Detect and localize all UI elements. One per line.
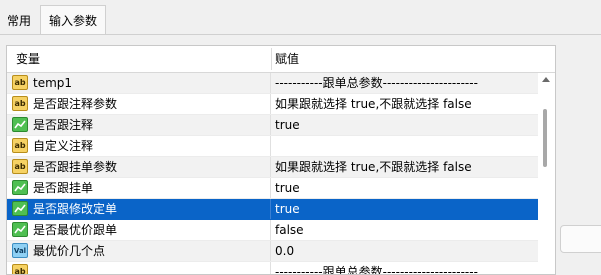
value-cell[interactable]: 如果跟就选择 true,不跟就选择 false [275,157,472,177]
table-row[interactable]: ab temp1 -----------跟单总参数-----------------… [7,73,538,94]
scroll-up-arrow-icon[interactable] [542,77,550,82]
bool-type-icon [12,201,28,216]
variable-cell[interactable]: ab 是否跟挂单参数 [7,157,271,177]
table-row[interactable]: 是否跟注释 true [7,115,538,136]
number-type-icon: Val [12,243,28,258]
side-button[interactable] [560,225,601,253]
tab-panel-border [0,34,601,35]
tab-input-parameters[interactable]: 输入参数 [40,5,106,35]
variable-name: 自定义注释 [33,139,94,153]
variable-name: temp1 [33,76,73,90]
variable-cell[interactable]: 是否跟挂单 [7,178,271,198]
variable-cell[interactable]: 是否最优价跟单 [7,220,271,240]
table-rows: ab temp1 -----------跟单总参数-----------------… [7,73,538,274]
column-header-variable[interactable]: 变量 [16,46,40,72]
value-cell[interactable]: -----------跟单总参数---------------------- [275,73,478,93]
value-cell[interactable]: true [275,115,300,135]
table-row[interactable]: 是否跟修改定单 true [7,199,538,220]
bool-type-icon [12,117,28,132]
variable-name: 是否最优价跟单 [33,223,118,237]
variable-name: 是否跟挂单 [33,181,94,195]
variable-cell[interactable]: ab 是否跟注释参数 [7,94,271,114]
table-row[interactable]: Val 最优价几个点 0.0 [7,241,538,262]
value-cell[interactable]: true [275,178,300,198]
string-type-icon: ab [12,138,28,153]
string-type-icon: ab [12,96,28,111]
column-header-value[interactable]: 赋值 [275,46,299,72]
parameters-table: 变量 赋值 ab temp1 -----------跟单总参数-----------… [6,45,556,275]
variable-cell[interactable]: ab 自定义注释 [7,136,271,156]
bool-type-icon [12,222,28,237]
table-row[interactable]: ab 是否跟挂单参数 如果跟就选择 true,不跟就选择 false [7,157,538,178]
variable-name: 是否跟挂单参数 [33,160,118,174]
variable-cell[interactable]: ab temp1 [7,73,271,93]
value-cell[interactable]: 0.0 [275,241,294,261]
variable-name: 最优价几个点 [33,244,106,258]
string-type-icon: ab [12,75,28,90]
column-separator[interactable] [271,48,272,70]
table-header: 变量 赋值 [7,46,555,73]
table-row[interactable]: 是否跟挂单 true [7,178,538,199]
tab-common[interactable]: 常用 [0,8,38,34]
scrollbar-thumb[interactable] [543,109,547,167]
string-type-icon: ab [12,159,28,174]
table-row[interactable]: ab 是否跟注释参数 如果跟就选择 true,不跟就选择 false [7,94,538,115]
variable-name: 是否跟注释参数 [33,97,118,111]
variable-cell[interactable]: 是否跟修改定单 [7,199,271,219]
variable-name: 是否跟修改定单 [33,202,118,216]
tab-bar: 常用 输入参数 [0,0,601,35]
value-cell[interactable]: 如果跟就选择 true,不跟就选择 false [275,94,472,114]
table-row[interactable]: 是否最优价跟单 false [7,220,538,241]
value-cell[interactable]: false [275,220,304,240]
string-type-icon: ab [12,264,28,274]
table-row[interactable]: ab 自定义注释 [7,136,538,157]
vertical-scrollbar[interactable] [538,73,555,274]
variable-name: 是否跟注释 [33,118,94,132]
value-cell[interactable]: true [275,199,300,219]
variable-cell[interactable]: Val 最优价几个点 [7,241,271,261]
bool-type-icon [12,180,28,195]
variable-cell[interactable]: 是否跟注释 [7,115,271,135]
